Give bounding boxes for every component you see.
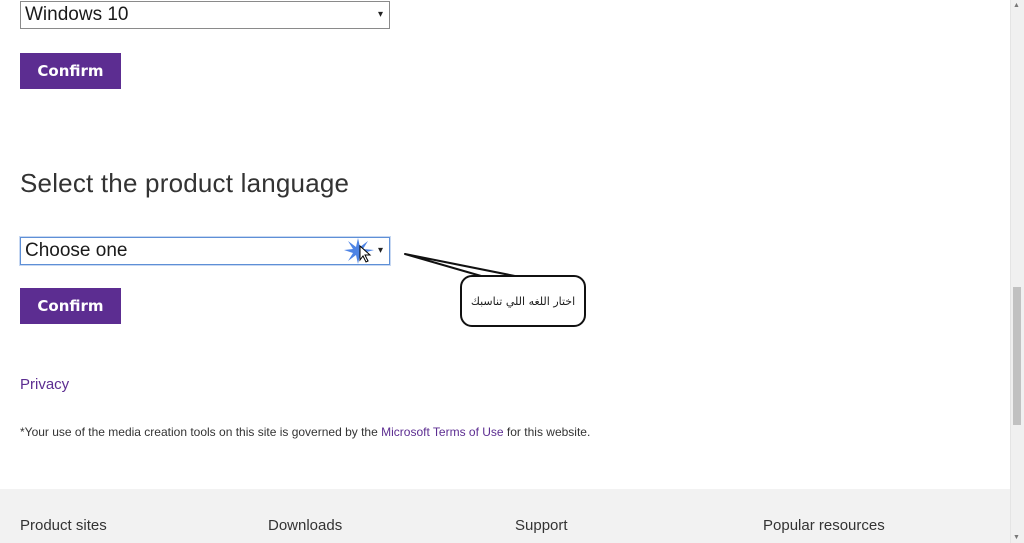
scrollbar-thumb[interactable] [1013,287,1021,425]
privacy-link[interactable]: Privacy [20,376,69,393]
chevron-down-icon: ▾ [377,9,383,20]
cursor-highlight-icon [344,238,374,264]
vertical-scrollbar[interactable]: ▲ ▼ [1010,0,1024,543]
terms-suffix: for this website. [503,425,591,439]
footer-downloads[interactable]: Downloads [268,517,342,534]
page: Windows 10 ▾ Confirm Select the product … [0,0,1011,543]
footer-popular-resources[interactable]: Popular resources [763,517,885,534]
os-edition-select-value: Windows 10 [25,4,129,25]
chevron-down-icon: ▾ [377,245,383,256]
footer-product-sites[interactable]: Product sites [20,517,107,534]
footer: Product sites Downloads Support Popular … [0,489,1011,543]
annotation-callout: اختار اللغه اللي تناسبك [460,275,586,327]
annotation-text: اختار اللغه اللي تناسبك [470,294,576,308]
scroll-down-icon[interactable]: ▼ [1013,534,1020,541]
terms-of-use-link[interactable]: Microsoft Terms of Use [381,425,503,439]
os-edition-select[interactable]: Windows 10 ▾ [20,1,390,29]
confirm-language-button[interactable]: Confirm [20,288,121,324]
scroll-up-icon[interactable]: ▲ [1013,2,1020,9]
terms-notice: *Your use of the media creation tools on… [20,425,590,439]
terms-prefix: *Your use of the media creation tools on… [20,425,382,439]
footer-support[interactable]: Support [515,517,568,534]
language-select[interactable]: Choose one ▾ [20,237,390,265]
confirm-edition-button[interactable]: Confirm [20,53,121,89]
language-heading: Select the product language [20,168,350,198]
language-select-value: Choose one [25,240,128,261]
